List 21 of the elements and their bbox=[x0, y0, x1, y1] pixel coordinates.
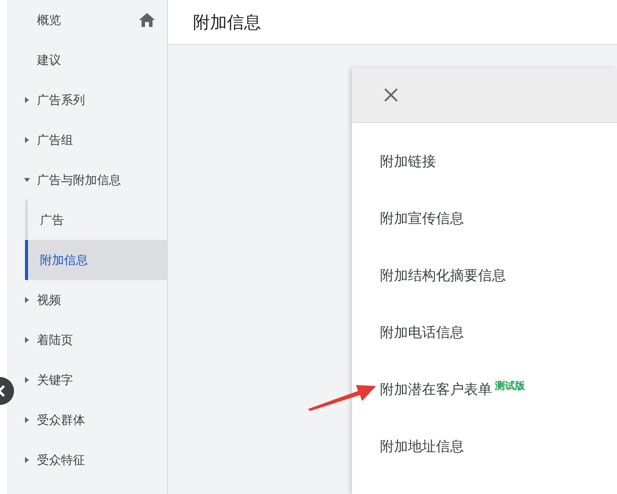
close-icon[interactable] bbox=[384, 88, 398, 102]
sidebar-item[interactable]: 关键字 bbox=[37, 372, 73, 386]
menu-item[interactable]: 附加潜在客户表单 bbox=[380, 380, 492, 398]
sidebar-item[interactable]: 广告与附加信息 bbox=[37, 172, 121, 186]
menu-item[interactable]: 附加电话信息 bbox=[380, 324, 464, 342]
page-title: 附加信息 bbox=[193, 12, 261, 34]
menu-item[interactable]: 附加链接 bbox=[380, 152, 436, 170]
sidebar-item[interactable]: 受众特征 bbox=[37, 452, 85, 466]
sidebar-item[interactable]: 着陆页 bbox=[37, 332, 73, 346]
sidebar-item[interactable]: 附加信息 bbox=[25, 240, 167, 280]
sidebar-item[interactable]: 视频 bbox=[37, 292, 61, 306]
sidebar-item[interactable]: 受众群体 bbox=[37, 412, 85, 426]
menu-item[interactable]: 附加宣传信息 bbox=[380, 210, 464, 228]
home-icon bbox=[139, 13, 155, 27]
sidebar-item[interactable]: 广告系列 bbox=[37, 92, 85, 106]
sidebar-item[interactable]: 广告组 bbox=[37, 132, 73, 146]
beta-label: 测试版 bbox=[495, 380, 525, 393]
sidebar-item[interactable]: 概览 bbox=[37, 12, 61, 26]
menu-item[interactable]: 附加地址信息 bbox=[380, 438, 464, 456]
menu-item[interactable]: 附加结构化摘要信息 bbox=[380, 266, 506, 284]
sidebar-item[interactable]: 建议 bbox=[37, 52, 61, 66]
